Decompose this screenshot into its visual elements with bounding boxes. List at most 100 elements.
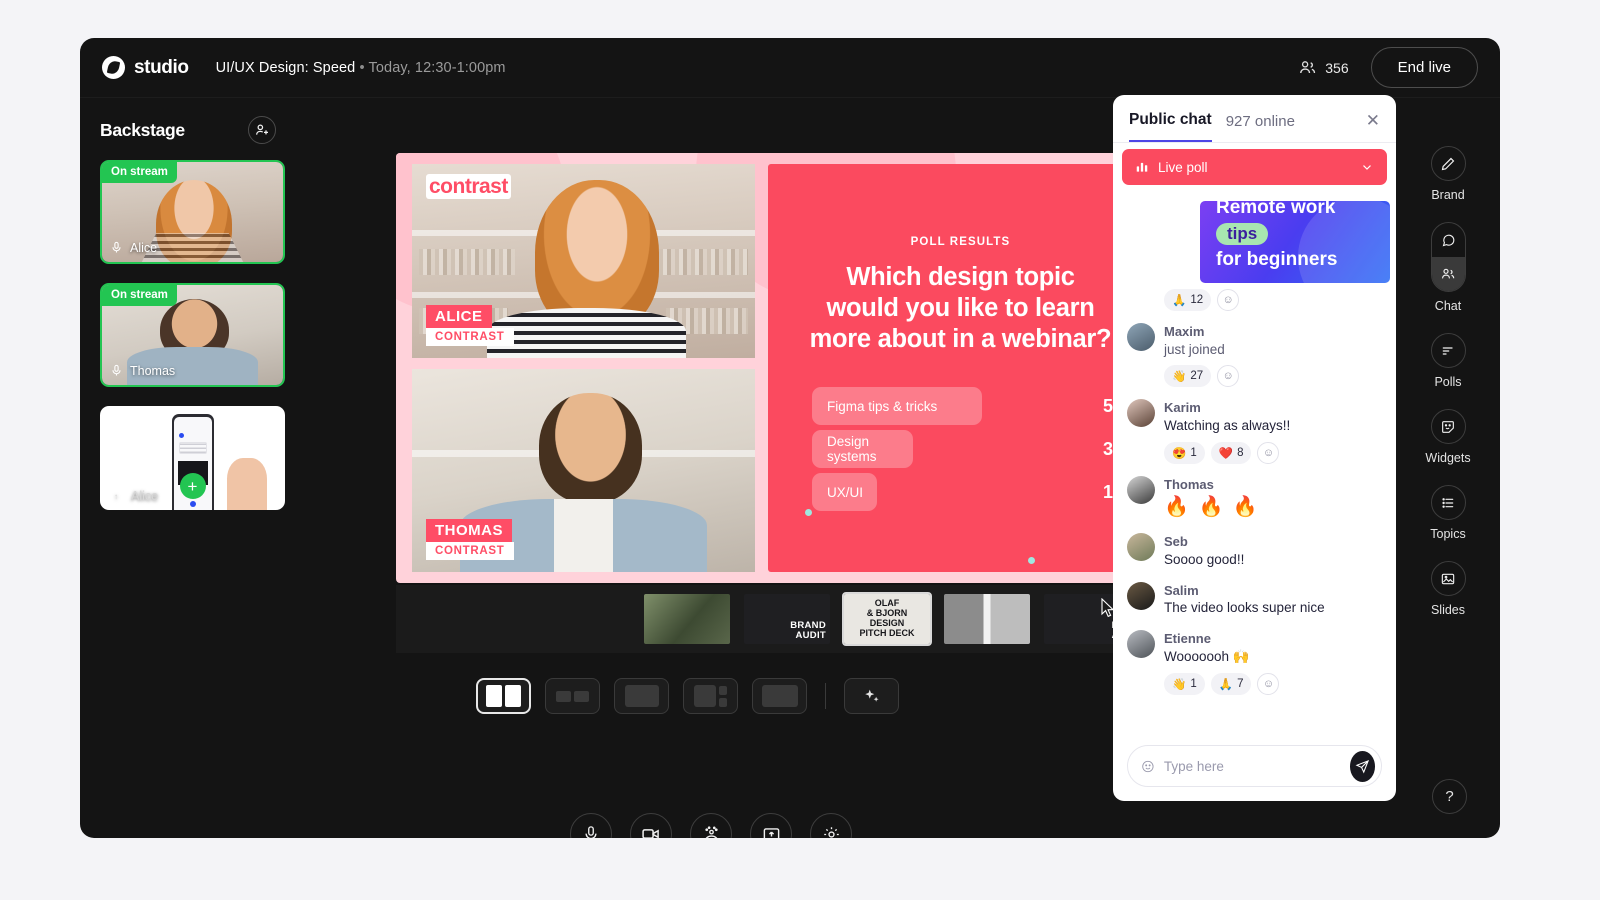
- rail-item-topics[interactable]: Topics: [1430, 485, 1466, 541]
- reaction-bar: 😍 1 ❤️ 8 ☺: [1164, 441, 1382, 464]
- participant-name-row: ↑ Alice: [108, 489, 158, 503]
- list-item: Karim Watching as always!! 😍 1 ❤️ 8 ☺: [1127, 399, 1382, 464]
- effects-button[interactable]: [690, 813, 732, 838]
- participant-name: Thomas: [130, 363, 176, 378]
- message-text: 🔥 🔥 🔥: [1164, 496, 1260, 519]
- chat-panel: Public chat 927 online ✕ Live poll Remot…: [1113, 95, 1396, 801]
- session-separator: •: [359, 59, 365, 76]
- reaction-pill[interactable]: 👋 27: [1164, 365, 1212, 388]
- reaction-emoji: 👋: [1172, 678, 1187, 691]
- reaction-bar: 🙏 12 ☺: [1164, 289, 1382, 311]
- camera-button[interactable]: [630, 813, 672, 838]
- microphone-button[interactable]: [570, 813, 612, 838]
- reaction-pill[interactable]: 👋 1: [1164, 672, 1205, 695]
- avatar[interactable]: [1127, 630, 1155, 659]
- backstage-participant-alice[interactable]: On stream Alice: [100, 160, 285, 264]
- slides-filmstrip[interactable]: BRANDAUDIT OLAF& BJORNDESIGNPITCH DECK B…: [396, 585, 1169, 653]
- settings-button[interactable]: [810, 813, 852, 838]
- list-item: Maxim just joined 👋 27 ☺: [1127, 323, 1382, 388]
- layout-magic-auto-button[interactable]: [844, 678, 899, 714]
- rail-item-polls[interactable]: Polls: [1430, 333, 1466, 389]
- chat-bubble-icon[interactable]: [1432, 223, 1465, 257]
- add-reaction-icon[interactable]: ☺: [1217, 365, 1240, 388]
- send-button[interactable]: [1349, 750, 1375, 782]
- screen-share-icon: ↑: [108, 489, 124, 503]
- right-rail: Brand Chat Polls Widgets Topics Slides: [1396, 98, 1500, 838]
- rail-item-slides[interactable]: Slides: [1430, 561, 1466, 617]
- reaction-pill[interactable]: 🙏 7: [1210, 672, 1252, 695]
- studio-logo-icon: [102, 56, 125, 79]
- help-button[interactable]: ?: [1432, 779, 1467, 814]
- share-screen-button[interactable]: [750, 813, 792, 838]
- message-text: The video looks super nice: [1164, 600, 1325, 616]
- rail-item-widgets[interactable]: Widgets: [1425, 409, 1471, 465]
- nametag-name: ALICE: [426, 305, 492, 328]
- add-person-icon[interactable]: [248, 116, 276, 144]
- message-author: Thomas: [1164, 476, 1214, 492]
- message-author: Etienne: [1164, 631, 1211, 647]
- tab-public-chat[interactable]: Public chat: [1129, 111, 1212, 142]
- reaction-count: 1: [1190, 446, 1197, 459]
- message-author: Karim: [1164, 400, 1201, 416]
- presenter-shirt: [487, 307, 687, 358]
- logo-label: studio: [134, 56, 189, 78]
- reaction-pill[interactable]: 😍 1: [1164, 441, 1205, 464]
- backstage-screenshare-alice[interactable]: + ↑ Alice: [100, 406, 285, 510]
- layout-pip-corner-button[interactable]: [614, 678, 669, 714]
- phone-mockup: +: [171, 414, 214, 510]
- app-logo[interactable]: studio: [102, 56, 189, 79]
- rail-label: Polls: [1434, 375, 1462, 389]
- avatar[interactable]: [1127, 533, 1155, 562]
- reaction-emoji: 🙏: [1218, 678, 1234, 691]
- chat-input-wrapper[interactable]: [1127, 745, 1382, 787]
- layout-main-sidebar-button[interactable]: [683, 678, 738, 714]
- video-tile-alice[interactable]: contrast ALICE CONTRAST: [412, 164, 755, 358]
- layout-two-small-button[interactable]: [545, 678, 600, 714]
- layout-split-two-button[interactable]: [476, 678, 531, 714]
- message-text: Wooooooh 🙌: [1164, 648, 1250, 664]
- add-reaction-icon[interactable]: ☺: [1257, 672, 1280, 695]
- avatar[interactable]: [1127, 399, 1155, 428]
- message-author: Maxim: [1164, 324, 1205, 339]
- rail-item-chat[interactable]: Chat: [1430, 222, 1466, 313]
- layout-selector: [476, 678, 899, 714]
- rail-label: Brand: [1431, 188, 1465, 202]
- chat-header-divider: [1113, 142, 1396, 143]
- add-reaction-icon[interactable]: ☺: [1217, 289, 1240, 311]
- bar-chart-icon: [1136, 162, 1148, 172]
- list-icon: [1430, 485, 1466, 520]
- slide-label: OLAF & BJORN DESIGN PITCH DECK: [859, 598, 915, 638]
- avatar[interactable]: [1127, 581, 1155, 610]
- layout-full-screen-button[interactable]: [752, 678, 807, 714]
- slide-thumbnail[interactable]: [644, 594, 730, 644]
- slide-thumbnail[interactable]: BRAND AUDIT: [744, 594, 830, 644]
- slide-thumbnail[interactable]: [944, 594, 1030, 644]
- live-poll-banner[interactable]: Live poll: [1122, 149, 1387, 185]
- end-live-button[interactable]: End live: [1370, 47, 1478, 88]
- people-icon[interactable]: [1431, 257, 1465, 291]
- decor-dot: [1028, 557, 1035, 564]
- pinned-poster-image[interactable]: Remote work tips for beginners: [1200, 201, 1390, 283]
- rail-item-brand[interactable]: Brand: [1430, 146, 1466, 202]
- top-bar: studio UI/UX Design: Speed • Today, 12:3…: [80, 38, 1500, 98]
- backstage-participant-thomas[interactable]: On stream Thomas: [100, 283, 285, 387]
- emoji-icon[interactable]: [1141, 758, 1155, 775]
- stage-controls: [570, 813, 852, 838]
- chevron-down-icon[interactable]: [1360, 160, 1374, 174]
- stage-area: contrast ALICE CONTRAST THOMAS CONTRAST: [296, 93, 1183, 838]
- online-count-label[interactable]: 927 online: [1226, 113, 1295, 141]
- reaction-pill[interactable]: ❤️ 8: [1210, 441, 1252, 464]
- viewer-count-label: 356: [1325, 59, 1349, 76]
- rail-label: Chat: [1434, 299, 1462, 313]
- chat-input[interactable]: [1163, 758, 1341, 774]
- close-icon[interactable]: ✕: [1366, 111, 1380, 142]
- add-reaction-icon[interactable]: ☺: [1257, 441, 1280, 464]
- slide-thumbnail[interactable]: OLAF & BJORN DESIGN PITCH DECK: [842, 592, 932, 646]
- chat-message-list[interactable]: Remote work tips for beginners 🙏 12 ☺ Ma…: [1113, 149, 1396, 734]
- avatar[interactable]: [1127, 323, 1155, 351]
- avatar[interactable]: [1127, 475, 1155, 504]
- screen-bottom-dot: [189, 500, 196, 507]
- video-tile-thomas[interactable]: THOMAS CONTRAST: [412, 369, 755, 572]
- image-icon: [1430, 561, 1466, 596]
- reaction-pill[interactable]: 🙏 12: [1164, 289, 1212, 311]
